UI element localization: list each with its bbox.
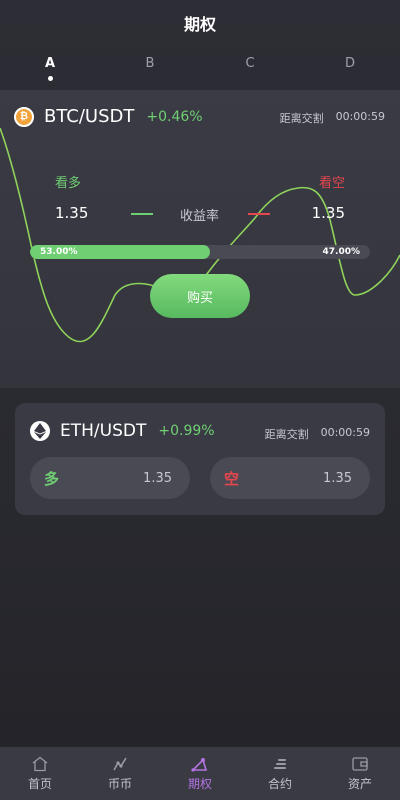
tab-d[interactable]: D [330, 56, 370, 71]
option-tabs: A B C D [0, 56, 400, 90]
bear-ratio-text: 47.00% [322, 247, 361, 257]
eth-settle-label: 距离交割 [264, 428, 309, 441]
eth-settlement: 距离交割 00:00:59 [265, 426, 370, 442]
btc-settlement: 距离交割 00:00:59 [280, 110, 385, 126]
nav-coin-trade[interactable]: 币币 [80, 747, 160, 800]
wallet-icon [352, 756, 368, 771]
tab-a[interactable]: A [30, 56, 70, 81]
page-title: 期权 [183, 15, 216, 34]
nav-options-label: 期权 [187, 776, 212, 791]
btc-countdown: 00:00:59 [335, 110, 385, 123]
yield-label: 收益率 [180, 209, 220, 224]
active-tab-dot [47, 76, 53, 81]
eth-long-button[interactable]: 多 1.35 [30, 457, 190, 499]
nav-home[interactable]: 首页 [0, 747, 80, 800]
eth-short-button[interactable]: 空 1.35 [210, 457, 370, 499]
eth-option-card: ETH/USDT +0.99% 距离交割 00:00:59 多 1.35 空 1… [15, 403, 385, 515]
btc-option-panel: ₿ BTC/USDT +0.46% 距离交割 00:00:59 看多 看空 1.… [0, 90, 400, 388]
eth-countdown: 00:00:59 [320, 426, 370, 439]
contract-icon [274, 758, 286, 769]
options-icon [191, 757, 208, 772]
tab-b[interactable]: B [130, 56, 170, 71]
nav-coin-trade-label: 币币 [107, 776, 132, 791]
btc-change: +0.46% [146, 108, 203, 125]
btc-pair-row: ₿ BTC/USDT +0.46% [14, 106, 203, 127]
tab-c[interactable]: C [230, 56, 270, 71]
eth-short-label: 空 [224, 469, 240, 488]
bear-rate: 1.35 [311, 204, 345, 222]
btc-pair-name: BTC/USDT [44, 106, 135, 127]
nav-assets[interactable]: 资产 [320, 747, 400, 800]
tab-c-label: C [245, 56, 255, 71]
nav-home-label: 首页 [27, 776, 52, 791]
btc-settle-label: 距离交割 [279, 112, 324, 125]
bottom-nav: 首页 币币 期权 合约 资产 [0, 747, 400, 800]
eth-change: +0.99% [158, 423, 215, 439]
nav-contract[interactable]: 合约 [240, 747, 320, 800]
bull-indicator [131, 213, 153, 215]
eth-short-value: 1.35 [323, 470, 352, 486]
bull-rate: 1.35 [55, 204, 89, 222]
price-trend-line [0, 127, 400, 343]
tab-d-label: D [344, 56, 355, 71]
eth-pair-name: ETH/USDT [60, 421, 147, 441]
bear-label[interactable]: 看空 [319, 172, 345, 191]
eth-pair-row: ETH/USDT +0.99% [30, 421, 215, 441]
tab-b-label: B [145, 56, 155, 71]
nav-contract-label: 合约 [267, 776, 292, 791]
bear-indicator [248, 213, 270, 215]
nav-assets-label: 资产 [347, 776, 372, 791]
nav-options[interactable]: 期权 [160, 747, 240, 800]
bull-label[interactable]: 看多 [55, 172, 81, 191]
eth-long-value: 1.35 [143, 470, 172, 486]
ethereum-icon [30, 421, 50, 441]
bull-ratio-text: 53.00% [40, 247, 78, 257]
bitcoin-icon: ₿ [14, 106, 34, 127]
home-icon [32, 756, 48, 771]
eth-long-label: 多 [44, 469, 60, 488]
tab-a-label: A [44, 56, 56, 71]
buy-button[interactable]: 购买 [150, 274, 250, 318]
bull-bear-ratio-bar: 53.00% 47.00% [30, 245, 370, 259]
app-header: 期权 [0, 0, 400, 46]
coin-trade-icon [113, 757, 127, 770]
